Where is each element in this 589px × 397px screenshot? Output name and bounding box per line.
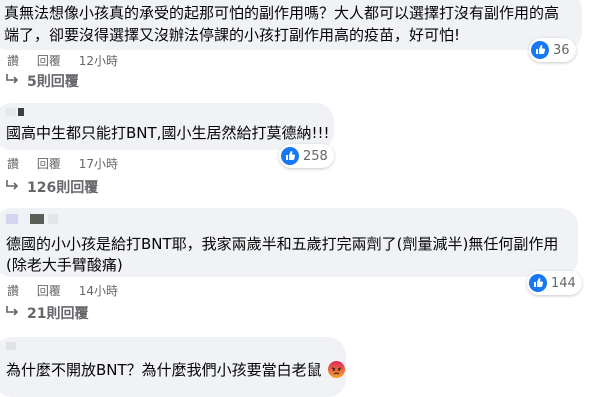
comment-actions: 讚 回覆 14小時: [7, 283, 132, 299]
reply-button[interactable]: 回覆: [37, 53, 61, 69]
comment-time[interactable]: 12小時: [79, 53, 118, 69]
comment-text: 為什麼不開放BNT？為什麼我們小孩要當白老鼠: [6, 360, 346, 384]
avatar-placeholder: [6, 214, 18, 224]
reaction-count: 144: [551, 275, 576, 291]
view-replies-label: 5則回覆: [27, 74, 79, 90]
comment-time[interactable]: 14小時: [79, 283, 118, 299]
reply-arrow-icon: [5, 305, 19, 323]
like-button[interactable]: 讚: [7, 283, 19, 299]
avatar-placeholder: [6, 108, 16, 116]
like-icon: [281, 147, 299, 165]
comment-time[interactable]: 17小時: [79, 156, 118, 172]
avatar-placeholder: [18, 108, 24, 116]
comment-actions: 讚 回覆 12小時: [7, 53, 132, 69]
avatar-placeholder: [48, 214, 58, 224]
comment-text: 德國的小小孩是給打BNT耶，我家兩歲半和五歲打完兩劑了(劑量減半)無任何副作用: [6, 235, 559, 253]
comment-text-content: 為什麼不開放BNT？為什麼我們小孩要當白老鼠: [6, 361, 322, 379]
reply-arrow-icon: [5, 179, 19, 197]
reaction-summary[interactable]: 144: [527, 271, 582, 295]
reply-button[interactable]: 回覆: [37, 156, 61, 172]
angry-face-icon: [328, 361, 346, 384]
reaction-count: 36: [553, 42, 570, 58]
like-button[interactable]: 讚: [7, 156, 19, 172]
like-icon: [531, 41, 549, 59]
reply-arrow-icon: [5, 73, 19, 91]
view-replies-link[interactable]: 5則回覆: [5, 73, 79, 91]
comment-text: 國高中生都只能打BNT,國小生居然給打莫德納!!!: [6, 124, 330, 142]
view-replies-label: 126則回覆: [27, 180, 99, 196]
like-button[interactable]: 讚: [7, 53, 19, 69]
like-icon: [529, 274, 547, 292]
comment-text: 真無法想像小孩真的承受的起那可怕的副作用嗎？大人都可以選擇打沒有副作用的高: [4, 4, 560, 22]
avatar-placeholder: [30, 214, 44, 224]
reaction-summary[interactable]: 36: [529, 38, 576, 62]
comment-text: 端了，卻要沒得選擇又沒辦法停課的小孩打副作用高的疫苗，好可怕!: [4, 26, 461, 44]
view-replies-label: 21則回覆: [27, 306, 89, 322]
avatar-placeholder: [6, 342, 16, 350]
comment-text: (除老大手臂酸痛): [6, 256, 123, 274]
reaction-summary[interactable]: 258: [279, 144, 334, 168]
view-replies-link[interactable]: 126則回覆: [5, 179, 98, 197]
reply-button[interactable]: 回覆: [37, 283, 61, 299]
view-replies-link[interactable]: 21則回覆: [5, 305, 88, 323]
comment-actions: 讚 回覆 17小時: [7, 156, 132, 172]
reaction-count: 258: [303, 148, 328, 164]
